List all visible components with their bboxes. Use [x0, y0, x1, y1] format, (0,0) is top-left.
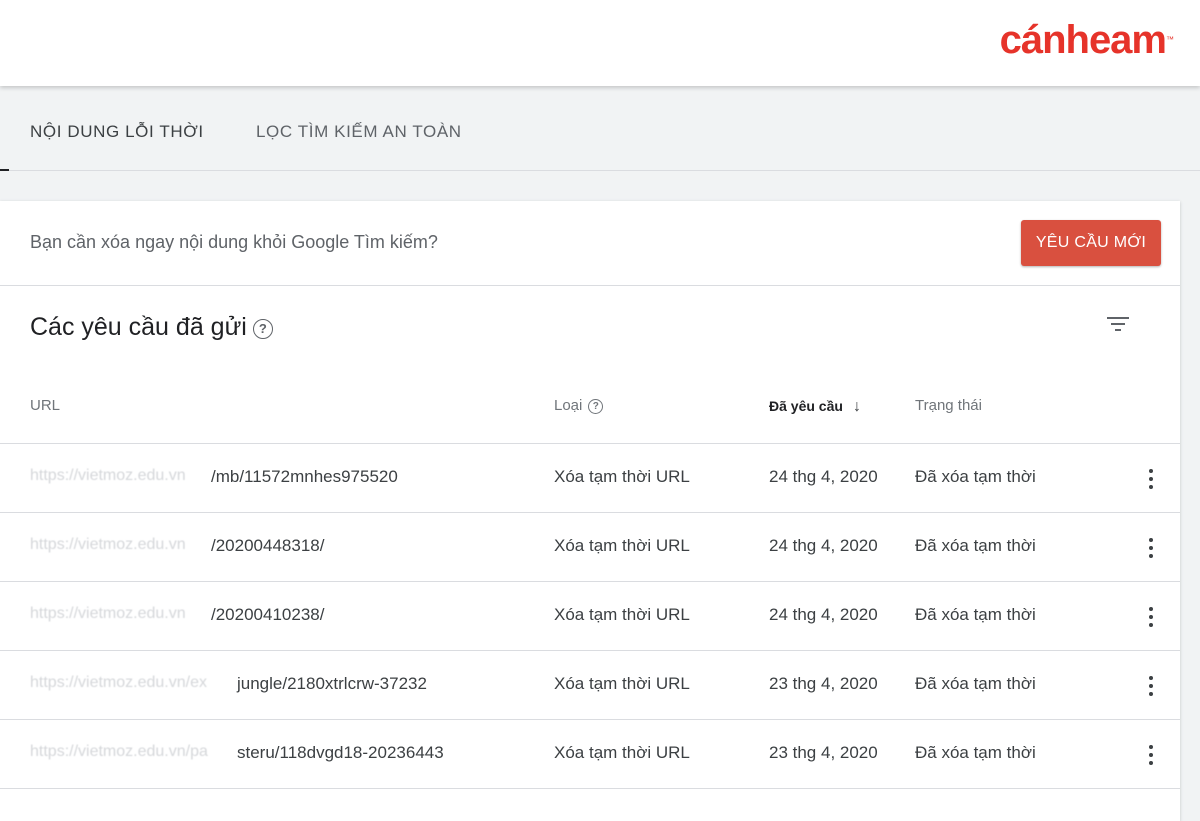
url-prefix: https://vietmoz.edu.vn/pa [30, 743, 208, 760]
more-options-icon[interactable] [1148, 537, 1154, 559]
url-cell: https://vietmoz.edu.vn/pa [30, 743, 208, 761]
url-path: /20200448318/ [210, 536, 325, 556]
column-header-date[interactable]: Đã yêu cầu ↓ [769, 398, 861, 416]
help-icon[interactable]: ? [252, 319, 273, 339]
tab-outdated-content[interactable]: NỘI DUNG LỖI THỜI [30, 122, 204, 142]
section-title-text: Các yêu cầu đã gửi [30, 313, 247, 341]
more-options-icon[interactable] [1148, 468, 1154, 490]
type-cell: Xóa tạm thời URL [554, 536, 690, 555]
url-path: jungle/2180xtrlcrw-37232 [236, 674, 427, 694]
brand-logo[interactable]: cánheam™ [1000, 18, 1174, 62]
table-row[interactable]: https://vietmoz.edu.vn/ex jungle/2180xtr… [0, 651, 1180, 720]
banner-text: Bạn cần xóa ngay nội dung khỏi Google Tì… [30, 232, 438, 252]
table-body: https://vietmoz.edu.vn /mb/11572mnhes975… [0, 444, 1180, 789]
column-header-url: URL [30, 397, 61, 414]
removal-banner: Bạn cần xóa ngay nội dung khỏi Google Tì… [0, 201, 1180, 286]
sort-down-icon: ↓ [852, 398, 861, 415]
filter-icon-line [1111, 323, 1125, 325]
table-row[interactable]: https://vietmoz.edu.vn/pa steru/118dvgd1… [0, 720, 1180, 789]
table-row[interactable]: https://vietmoz.edu.vn /20200448318/ Xóa… [0, 513, 1180, 582]
date-cell: 23 thg 4, 2020 [769, 674, 878, 693]
filter-icon[interactable] [1106, 315, 1130, 335]
url-prefix: https://vietmoz.edu.vn/ex [30, 674, 207, 691]
url-cell: https://vietmoz.edu.vn [30, 536, 186, 554]
table-header: URL Loại? Đã yêu cầu ↓ Trạng thái [0, 369, 1180, 444]
url-cell: https://vietmoz.edu.vn/ex [30, 674, 207, 692]
url-path: /mb/11572mnhes975520 [210, 467, 398, 487]
status-cell: Đã xóa tạm thời [915, 674, 1036, 693]
column-header-type-label: Loại [554, 397, 583, 414]
column-header-date-label: Đã yêu cầu [769, 398, 843, 414]
date-cell: 24 thg 4, 2020 [769, 605, 878, 624]
filter-icon-line [1107, 317, 1129, 319]
table-row[interactable]: https://vietmoz.edu.vn /20200410238/ Xóa… [0, 582, 1180, 651]
section-title: Các yêu cầu đã gửi? [30, 313, 273, 342]
type-cell: Xóa tạm thời URL [554, 467, 690, 486]
new-request-button[interactable]: YÊU CẦU MỚI [1021, 220, 1161, 266]
filter-icon-line [1115, 329, 1121, 331]
url-prefix: https://vietmoz.edu.vn [30, 536, 186, 553]
more-options-icon[interactable] [1148, 675, 1154, 697]
top-bar: cánheam™ [0, 0, 1200, 86]
status-cell: Đã xóa tạm thời [915, 536, 1036, 555]
requests-card: Bạn cần xóa ngay nội dung khỏi Google Tì… [0, 201, 1180, 821]
active-tab-indicator [0, 169, 9, 171]
url-path: /20200410238/ [210, 605, 325, 625]
column-header-status: Trạng thái [915, 397, 982, 414]
more-options-icon[interactable] [1148, 744, 1154, 766]
url-cell: https://vietmoz.edu.vn [30, 605, 186, 623]
type-cell: Xóa tạm thời URL [554, 605, 690, 624]
status-cell: Đã xóa tạm thời [915, 605, 1036, 624]
tab-safesearch-filtering[interactable]: LỌC TÌM KIẾM AN TOÀN [256, 122, 462, 142]
type-cell: Xóa tạm thời URL [554, 674, 690, 693]
date-cell: 23 thg 4, 2020 [769, 743, 878, 762]
brand-logo-tm: ™ [1166, 35, 1174, 44]
date-cell: 24 thg 4, 2020 [769, 536, 878, 555]
status-cell: Đã xóa tạm thời [915, 467, 1036, 486]
url-cell: https://vietmoz.edu.vn [30, 467, 186, 485]
url-prefix: https://vietmoz.edu.vn [30, 467, 186, 484]
url-prefix: https://vietmoz.edu.vn [30, 605, 186, 622]
brand-logo-text: cánheam [999, 18, 1167, 62]
type-help-icon[interactable]: ? [588, 399, 604, 414]
type-cell: Xóa tạm thời URL [554, 743, 690, 762]
date-cell: 24 thg 4, 2020 [769, 467, 878, 486]
column-header-type: Loại? [554, 397, 604, 414]
tab-bar: NỘI DUNG LỖI THỜI LỌC TÌM KIẾM AN TOÀN [0, 88, 1200, 171]
url-path: steru/118dvgd18-20236443 [236, 743, 444, 763]
status-cell: Đã xóa tạm thời [915, 743, 1036, 762]
more-options-icon[interactable] [1148, 606, 1154, 628]
table-row[interactable]: https://vietmoz.edu.vn /mb/11572mnhes975… [0, 444, 1180, 513]
